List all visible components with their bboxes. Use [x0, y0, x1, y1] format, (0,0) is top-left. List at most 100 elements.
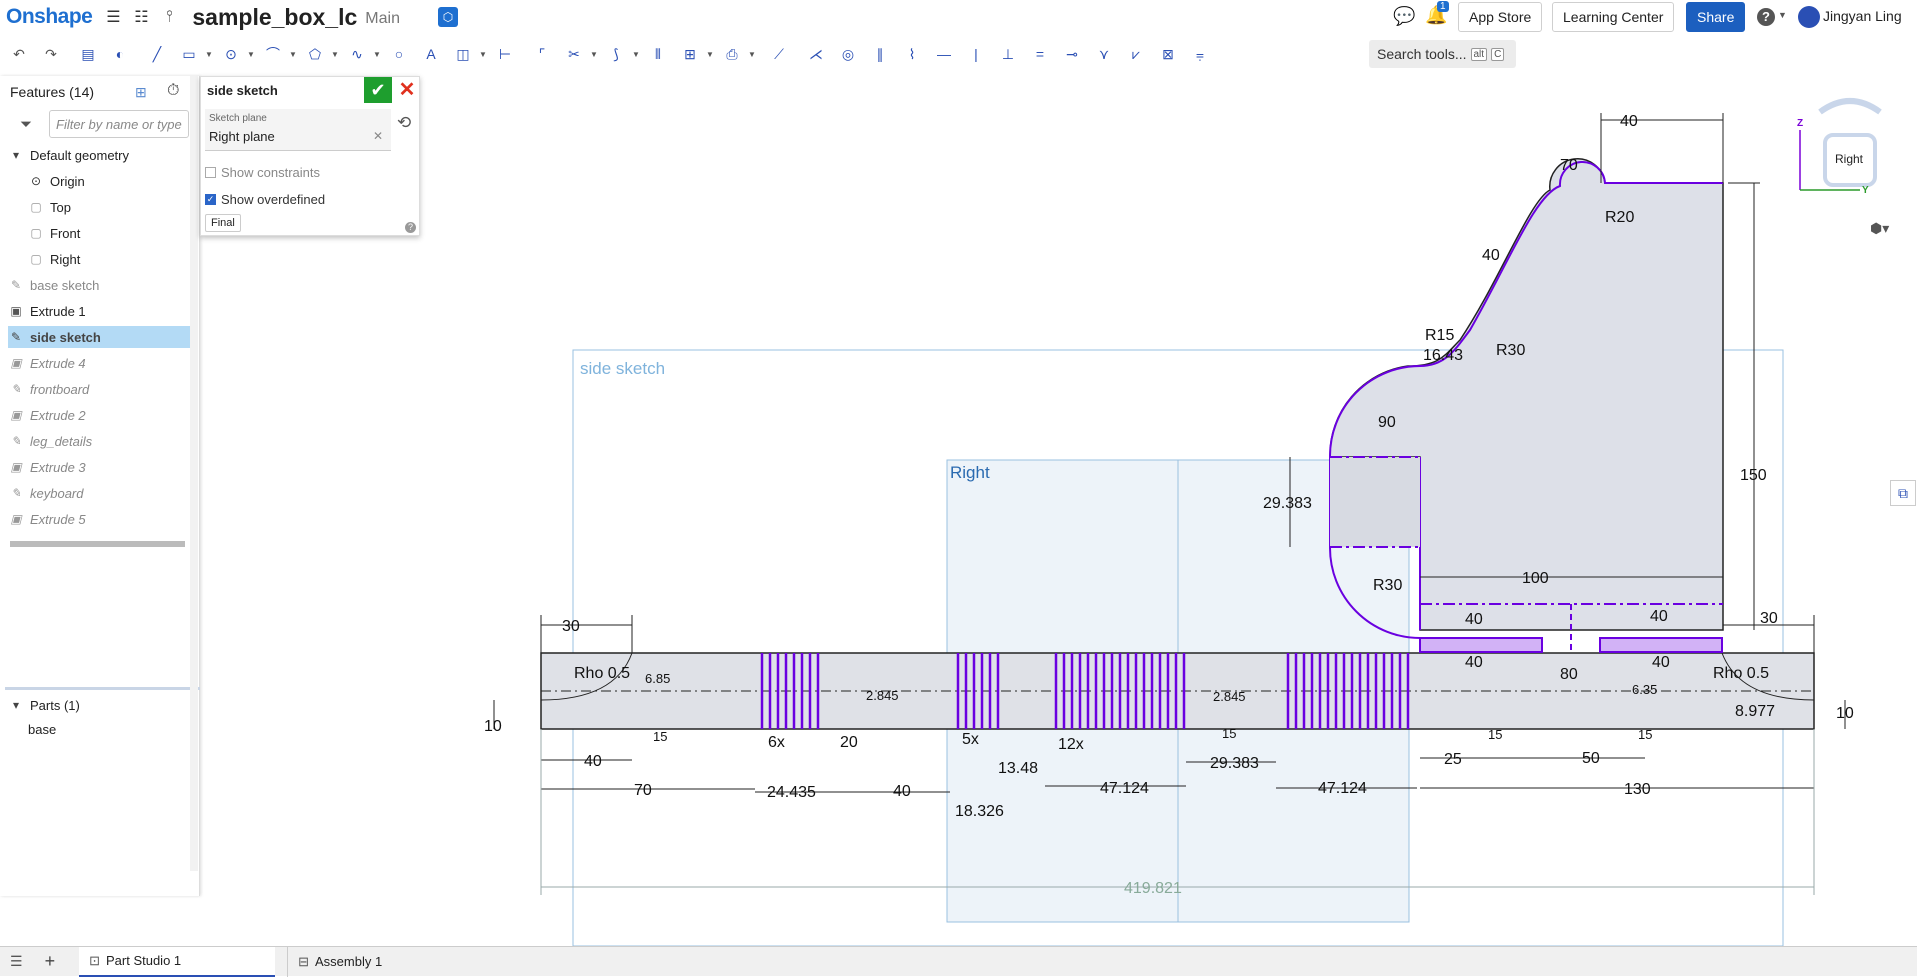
dim-2-845-a[interactable]: 2.845: [866, 688, 899, 703]
feature-extrude-4[interactable]: ▣ Extrude 4: [8, 352, 190, 374]
dim-70-b[interactable]: 70: [634, 782, 652, 799]
extrude-icon[interactable]: ◐: [107, 41, 133, 67]
dim-6-35[interactable]: 6.35: [1632, 682, 1657, 697]
equal-icon[interactable]: =: [1027, 41, 1053, 67]
polygon-chevron-down-icon[interactable]: ▼: [331, 50, 341, 59]
dim-25[interactable]: 25: [1444, 751, 1462, 768]
show-constraints-row[interactable]: Show constraints: [205, 165, 320, 180]
dim-8-977[interactable]: 8.977: [1735, 703, 1775, 720]
use-icon[interactable]: ⟋: [766, 41, 792, 67]
dim-40-a[interactable]: 40: [1465, 611, 1483, 628]
dim-100[interactable]: 100: [1522, 570, 1549, 587]
rectangle-icon[interactable]: ▭: [176, 41, 202, 67]
tangent-icon[interactable]: ⌇: [899, 41, 925, 67]
redo-icon[interactable]: ↷: [38, 41, 64, 67]
tab-part-studio-1[interactable]: ⊡ Part Studio 1: [79, 946, 276, 977]
feature-extrude-1[interactable]: ▣ Extrude 1: [8, 300, 190, 322]
feature-front[interactable]: ▢ Front: [8, 222, 190, 244]
rectangle-chevron-down-icon[interactable]: ▼: [205, 50, 215, 59]
dim-30-left[interactable]: 30: [562, 618, 580, 635]
help-icon[interactable]: ?: [1757, 8, 1775, 26]
dim-13-48[interactable]: 13.48: [998, 760, 1038, 777]
feature-extrude-5[interactable]: ▣ Extrude 5: [8, 508, 190, 530]
dim-r20[interactable]: R20: [1605, 209, 1634, 226]
view-options-icon[interactable]: ⬢▾: [1870, 220, 1889, 237]
arc-icon[interactable]: ⌒: [260, 41, 286, 67]
line-icon[interactable]: ╱: [144, 41, 170, 67]
dim-47-124-a[interactable]: 47.124: [1100, 780, 1149, 797]
dim-10-left[interactable]: 10: [484, 718, 502, 735]
show-overdefined-checkbox[interactable]: ✓: [205, 194, 216, 205]
perpendicular-icon[interactable]: ⊥: [995, 41, 1021, 67]
dim-16-43[interactable]: 16.43: [1423, 347, 1463, 364]
parallel-icon[interactable]: ∥: [867, 41, 893, 67]
symmetric-icon[interactable]: ⊠: [1155, 41, 1181, 67]
arc-chevron-down-icon[interactable]: ▼: [289, 50, 299, 59]
dim-5x[interactable]: 5x: [962, 731, 979, 748]
trim-chevron-down-icon[interactable]: ▼: [590, 50, 600, 59]
tab-manager-icon[interactable]: ☰: [10, 953, 23, 970]
feature-top[interactable]: ▢ Top: [8, 196, 190, 218]
feature-right[interactable]: ▢ Right: [8, 248, 190, 270]
feature-extrude-2[interactable]: ▣ Extrude 2: [8, 404, 190, 426]
dim-30-right[interactable]: 30: [1760, 610, 1778, 627]
view-cube-face-label[interactable]: Right: [1835, 152, 1863, 166]
dim-12x[interactable]: 12x: [1058, 736, 1084, 753]
feature-origin[interactable]: ⊙ Origin: [8, 170, 190, 192]
dim-419-821[interactable]: 419.821: [1124, 880, 1182, 897]
construction-chevron-down-icon[interactable]: ▼: [479, 50, 489, 59]
feature-base-sketch[interactable]: ✎ base sketch: [8, 274, 190, 296]
horizontal-icon[interactable]: —: [931, 41, 957, 67]
dim-6-85[interactable]: 6.85: [645, 671, 670, 686]
dim-20[interactable]: 20: [840, 734, 858, 751]
final-button[interactable]: Final: [205, 214, 241, 232]
dim-15-d[interactable]: 15: [1638, 727, 1652, 742]
fillet-icon[interactable]: ⌜: [529, 41, 555, 67]
insert-icon[interactable]: ⫯: [158, 6, 180, 28]
normal-icon[interactable]: ⋎: [1091, 41, 1117, 67]
dim-40-c[interactable]: 40: [1465, 654, 1483, 671]
dim-15-a[interactable]: 15: [653, 729, 667, 744]
add-tab-icon[interactable]: +: [45, 951, 56, 972]
side-panel-toggle-icon[interactable]: ⧉: [1890, 480, 1916, 506]
help-chevron-down-icon[interactable]: ▼: [1778, 10, 1787, 20]
rollback-bar[interactable]: [10, 541, 185, 547]
dim-r15[interactable]: R15: [1425, 327, 1454, 344]
document-title[interactable]: sample_box_lc: [192, 4, 357, 31]
rollback-timer-icon[interactable]: ⏱: [167, 82, 179, 100]
feature-side-sketch[interactable]: ✎ side sketch: [8, 326, 190, 348]
dim-150[interactable]: 150: [1740, 467, 1767, 484]
pattern-icon[interactable]: ⊞: [677, 41, 703, 67]
dim-40-b[interactable]: 40: [1650, 608, 1668, 625]
view-cube[interactable]: Right Z Y ⬢▾: [1790, 90, 1910, 255]
dim-29-383-b[interactable]: 29.383: [1210, 755, 1259, 772]
dim-r30-left[interactable]: R30: [1373, 577, 1402, 594]
feature-keyboard[interactable]: ✎ keyboard: [8, 482, 190, 504]
offset-icon[interactable]: ⟆: [603, 41, 629, 67]
user-name[interactable]: Jingyan Ling: [1823, 8, 1902, 24]
import-chevron-down-icon[interactable]: ▼: [748, 50, 758, 59]
show-constraints-checkbox[interactable]: [205, 167, 216, 178]
feature-list-icon[interactable]: ☷: [130, 6, 152, 28]
cancel-button[interactable]: ✕: [396, 77, 418, 103]
polygon-icon[interactable]: ⬠: [302, 41, 328, 67]
dim-29-383[interactable]: 29.383: [1263, 495, 1312, 512]
dxf-import-icon[interactable]: ⎙: [719, 41, 745, 67]
sketch-icon[interactable]: ▤: [75, 41, 101, 67]
onshape-logo[interactable]: Onshape: [6, 5, 93, 29]
chevron-down-icon[interactable]: ▾: [8, 148, 24, 162]
share-button[interactable]: Share: [1686, 2, 1746, 32]
circle-icon[interactable]: ⊙: [218, 41, 244, 67]
accept-button[interactable]: ✔: [364, 77, 392, 103]
dialog-help-icon[interactable]: ?: [405, 222, 416, 233]
dim-90[interactable]: 90: [1378, 414, 1396, 431]
filter-icon[interactable]: ⏷: [20, 116, 32, 133]
dim-47-124-b[interactable]: 47.124: [1318, 780, 1367, 797]
dim-2-845-b[interactable]: 2.845: [1213, 689, 1246, 704]
dim-r30-top[interactable]: R30: [1496, 342, 1525, 359]
spline-icon[interactable]: ∿: [344, 41, 370, 67]
concentric-icon[interactable]: ◎: [835, 41, 861, 67]
dim-rho-right[interactable]: Rho 0.5: [1713, 665, 1769, 682]
point-icon[interactable]: ○: [386, 41, 412, 67]
coincident-icon[interactable]: ⋌: [803, 41, 829, 67]
